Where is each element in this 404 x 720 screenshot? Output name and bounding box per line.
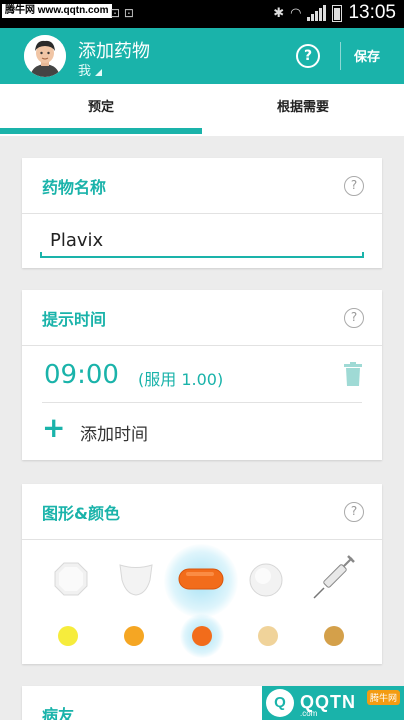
color-swatch-tan[interactable] [324,626,344,646]
add-time-button[interactable]: 添加时间 [80,420,148,445]
save-button[interactable]: 保存 [354,46,380,65]
patient-friends-title: 病友 [42,706,75,720]
drug-name-card: 药物名称 ? Plavix [22,158,382,268]
help-icon[interactable]: ? [296,44,320,68]
battery-icon [332,4,343,22]
signal-icon [307,5,327,21]
color-swatch-orange[interactable] [192,626,212,646]
round-pill-icon[interactable] [248,562,284,598]
clock: 13:05 [348,2,396,23]
site-watermark-logo: Q QQTN .com 腾牛网 [262,686,404,720]
watermark-label: 腾牛网 www.qqtn.com [2,4,112,18]
plus-icon[interactable]: + [42,414,65,442]
bluetooth-icon: ✱ [273,5,285,21]
avatar[interactable] [24,35,66,77]
dose-value[interactable]: (服用 1.00) [138,366,223,390]
profile-name: 我 [78,64,92,79]
profile-selector[interactable]: 我 [78,60,103,79]
wifi-icon: ◠ [290,5,302,21]
color-swatch-beige[interactable] [258,626,278,646]
logo-subtext: .com [300,709,318,718]
shield-tablet-icon[interactable] [118,562,154,596]
status-bar: 腾牛网 www.qqtn.com ⊡ ⊡ ✱ ◠ 13:05 [0,0,404,28]
tab-indicator [0,128,202,134]
reminder-time-card: 提示时间 ? 09:00 (服用 1.00) + 添加时间 [22,290,382,460]
dropdown-triangle-icon [95,69,103,76]
row-divider [42,402,362,403]
shape-color-card: 图形&颜色 ? [22,484,382,664]
app-bar: 添加药物 我 ? 保存 [0,28,404,84]
trash-icon[interactable] [344,362,362,386]
logo-badge: Q [266,689,294,717]
logo-tag: 腾牛网 [366,690,400,705]
syringe-icon[interactable] [312,554,356,600]
help-icon[interactable]: ? [344,502,364,522]
shape-color-title: 图形&颜色 [42,504,120,523]
input-underline [40,252,364,258]
help-icon[interactable]: ? [344,176,364,196]
help-icon[interactable]: ? [344,308,364,328]
appbar-divider [340,42,341,70]
drug-name-title: 药物名称 [42,178,107,197]
reminder-time-title: 提示时间 [42,310,107,329]
avatar-icon [24,35,66,77]
color-swatch-amber[interactable] [124,626,144,646]
capsule-icon[interactable] [178,568,224,590]
round-tablet-icon[interactable] [54,562,88,596]
color-swatch-yellow[interactable] [58,626,78,646]
notification-icons: ⊡ ⊡ [110,6,134,20]
tab-as-needed[interactable]: 根据需要 [202,84,404,136]
drug-name-input[interactable]: Plavix [50,230,103,251]
reminder-time-value[interactable]: 09:00 [44,360,119,390]
